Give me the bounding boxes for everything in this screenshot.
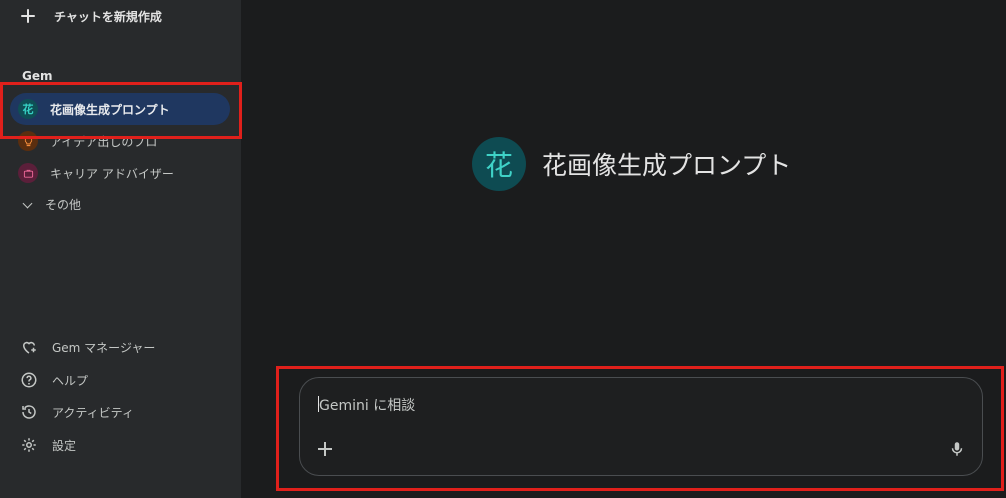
show-more-label: その他 (45, 198, 82, 212)
activity-icon (22, 405, 36, 419)
new-chat-button[interactable]: チャットを新規作成 (14, 2, 234, 30)
gemini-app: チャットを新規作成 Gem 花 花画像生成プロンプト アイデア出しのプロ キャリ… (0, 0, 1006, 498)
show-more-button[interactable]: その他 (20, 196, 81, 213)
briefcase-icon (18, 163, 38, 183)
gem-item-label: アイデア出しのプロ (50, 134, 158, 149)
gem-hero: 花 花画像生成プロンプト (472, 137, 791, 191)
gem-avatar: 花 (472, 137, 526, 191)
gem-item-idea-pro[interactable]: アイデア出しのプロ (10, 125, 230, 157)
activity-button[interactable]: アクティビティ (20, 402, 134, 422)
gem-manager-button[interactable]: Gem マネージャー (20, 337, 155, 357)
settings-label: 設定 (52, 438, 77, 453)
help-icon (21, 372, 37, 388)
lightbulb-icon (18, 131, 38, 151)
gem-item-flower-prompt[interactable]: 花 花画像生成プロンプト (10, 93, 230, 125)
settings-icon (22, 438, 36, 452)
help-label: ヘルプ (52, 373, 89, 388)
add-attachment-icon[interactable] (316, 440, 334, 458)
gem-manager-label: Gem マネージャー (52, 340, 156, 355)
prompt-input-box[interactable]: Gemini に相談 (299, 377, 983, 476)
gem-item-label: キャリア アドバイザー (50, 166, 174, 181)
gem-item-label: 花画像生成プロンプト (50, 102, 170, 117)
main-panel: 花 花画像生成プロンプト Gemini に相談 (241, 0, 1006, 498)
plus-icon (20, 8, 36, 24)
microphone-icon[interactable] (948, 439, 966, 459)
prompt-input-placeholder[interactable]: Gemini に相談 (319, 395, 415, 415)
gem-title: 花画像生成プロンプト (542, 151, 792, 180)
new-chat-label: チャットを新規作成 (54, 9, 162, 24)
activity-label: アクティビティ (52, 405, 134, 420)
help-button[interactable]: ヘルプ (20, 370, 88, 390)
sidebar: チャットを新規作成 Gem 花 花画像生成プロンプト アイデア出しのプロ キャリ… (0, 0, 241, 498)
flower-gem-icon: 花 (18, 99, 38, 119)
gem-manager-icon (22, 341, 36, 354)
gem-section-title: Gem (22, 69, 53, 83)
settings-button[interactable]: 設定 (20, 435, 76, 455)
chevron-down-icon (22, 198, 33, 208)
gem-item-career-advisor[interactable]: キャリア アドバイザー (10, 157, 230, 189)
